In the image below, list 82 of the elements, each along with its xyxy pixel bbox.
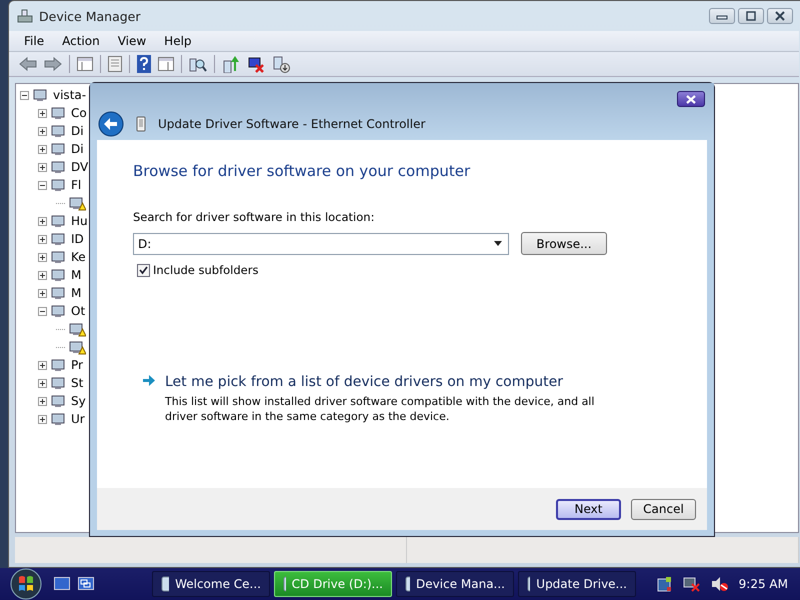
tree-item[interactable]: Sy	[71, 394, 86, 408]
driver-icon	[136, 116, 146, 132]
properties-icon[interactable]	[108, 56, 122, 72]
menu-item[interactable]: Action	[53, 34, 109, 48]
expand-icon[interactable]	[38, 162, 47, 172]
tree-item[interactable]: ID	[71, 232, 84, 246]
maximize-button[interactable]	[738, 8, 764, 24]
tree-item[interactable]: Hu	[71, 214, 88, 228]
collapse-icon[interactable]	[38, 306, 47, 316]
collapse-icon[interactable]	[20, 90, 29, 100]
scan-icon[interactable]	[189, 56, 207, 72]
network-disconnected-icon[interactable]	[682, 576, 701, 592]
uninstall-device-icon[interactable]	[272, 55, 290, 73]
taskbar-button[interactable]: Welcome Ce...	[152, 571, 270, 597]
dialog-heading: Browse for driver software on your computer	[133, 162, 472, 180]
clock: 9:25 AM	[738, 577, 788, 591]
update-driver-icon[interactable]	[222, 55, 240, 73]
forward-icon[interactable]	[44, 57, 62, 71]
taskbar-button[interactable]: Update Drive...	[518, 571, 636, 597]
dialog-button[interactable]: Cancel	[631, 498, 696, 520]
show-desktop-icon[interactable]	[54, 577, 70, 591]
pick-driver-link[interactable]: Let me pick from a list of device drivers on my computer	[165, 374, 564, 390]
close-icon	[774, 11, 786, 21]
expand-icon[interactable]	[38, 108, 47, 118]
taskbar-button[interactable]: Device Mana...	[396, 571, 514, 597]
tree-item[interactable]: DV	[71, 160, 88, 174]
expand-icon[interactable]	[38, 126, 47, 136]
tree-item[interactable]: M	[71, 268, 82, 282]
collapse-icon[interactable]	[38, 180, 47, 190]
minimize-button[interactable]	[709, 8, 735, 24]
dialog-title: Update Driver Software - Ethernet Controller	[158, 116, 426, 130]
tree-item[interactable]: M	[71, 286, 82, 300]
action-pane-icon[interactable]	[158, 57, 174, 71]
dropdown-icon[interactable]	[494, 241, 502, 246]
program-icon	[405, 576, 410, 592]
expand-icon[interactable]	[38, 288, 47, 298]
expand-icon[interactable]	[38, 234, 47, 244]
expand-icon[interactable]	[38, 360, 47, 370]
tree-item[interactable]: Pr	[71, 358, 83, 372]
tree-item[interactable]: Ur	[71, 412, 85, 426]
help-icon[interactable]	[137, 55, 151, 73]
program-icon	[527, 576, 530, 592]
volume-muted-icon[interactable]	[710, 576, 729, 592]
tree-item[interactable]: Ke	[71, 250, 86, 264]
tree-item[interactable]: vista-	[53, 88, 86, 102]
notification-icon[interactable]	[656, 576, 673, 592]
menu-item[interactable]: View	[108, 34, 156, 48]
search-label: Search for driver software in this location:	[133, 210, 376, 224]
expand-icon[interactable]	[38, 252, 47, 262]
expand-icon[interactable]	[38, 396, 47, 406]
close-button[interactable]	[677, 91, 705, 107]
expand-icon[interactable]	[38, 270, 47, 280]
console-tree-icon[interactable]	[77, 57, 93, 71]
location-combo-box[interactable]: D:	[133, 232, 509, 254]
maximize-icon	[745, 11, 757, 21]
pick-driver-description: This list will show installed driver software compatible with the device, and all driver software in the same category as the device.	[165, 394, 596, 425]
close-button[interactable]	[767, 8, 793, 24]
tree-item[interactable]: St	[71, 376, 84, 390]
tree-item[interactable]: Ot	[71, 304, 86, 318]
tree-item[interactable]: Fl	[71, 178, 82, 192]
close-icon	[685, 94, 697, 104]
expand-icon[interactable]	[38, 216, 47, 226]
browse-button[interactable]: Browse...	[521, 232, 607, 255]
expand-icon[interactable]	[38, 414, 47, 424]
tree-item[interactable]: Di	[71, 124, 84, 138]
checkbox-label: Include subfolders	[153, 263, 258, 277]
include-subfolders-checkbox[interactable]	[137, 264, 150, 276]
switch-windows-icon[interactable]	[78, 577, 94, 591]
tree-item[interactable]: Di	[71, 142, 84, 156]
computer-icon	[17, 8, 33, 24]
menu-item[interactable]: Help	[155, 34, 201, 48]
dialog-button[interactable]: Next	[556, 498, 621, 520]
tree-item[interactable]: Co	[71, 106, 87, 120]
disable-device-icon[interactable]	[247, 55, 265, 73]
window-title: Device Manager	[39, 8, 141, 24]
expand-icon[interactable]	[38, 144, 47, 154]
menu-item[interactable]: File	[15, 34, 54, 48]
program-icon	[283, 576, 286, 592]
expand-icon[interactable]	[38, 378, 47, 388]
program-icon	[161, 576, 170, 592]
back-icon[interactable]	[98, 110, 124, 136]
arrow-icon	[143, 375, 155, 386]
